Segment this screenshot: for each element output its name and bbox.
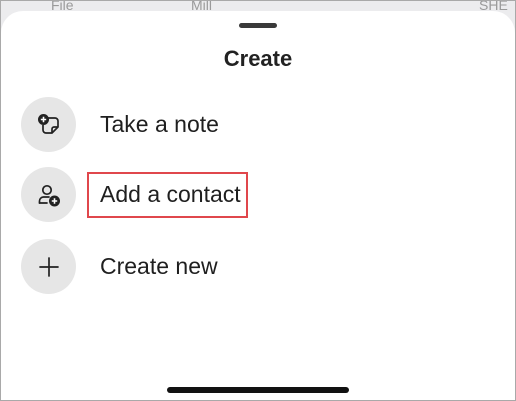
create-new-item[interactable]: Create new <box>21 239 481 295</box>
sheet-title: Create <box>223 46 293 71</box>
take-a-note-label: Take a note <box>100 111 219 137</box>
plus-icon <box>21 239 76 294</box>
take-a-note-item[interactable]: Take a note <box>21 97 481 153</box>
sheet-grabber-handle[interactable] <box>239 23 277 28</box>
home-indicator[interactable] <box>167 387 349 393</box>
add-contact-icon <box>21 167 76 222</box>
note-plus-icon <box>21 97 76 152</box>
create-new-label: Create new <box>100 253 218 279</box>
highlight-box <box>87 172 248 218</box>
screenshot-frame: File Mill SHE Create Take a note Add a c… <box>0 0 516 401</box>
